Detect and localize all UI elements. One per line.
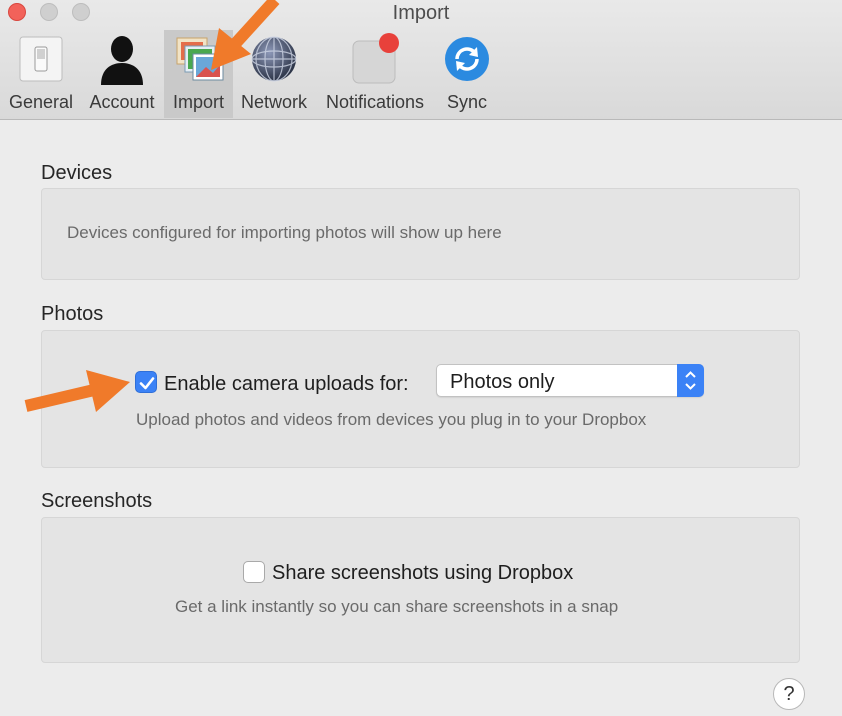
tab-sync-label: Sync xyxy=(446,92,488,112)
sync-icon xyxy=(439,30,495,88)
share-screenshots-checkbox[interactable] xyxy=(243,561,265,583)
devices-panel: Devices configured for importing photos … xyxy=(41,188,800,280)
tab-general[interactable]: General xyxy=(4,30,78,118)
photos-section-title: Photos xyxy=(41,303,104,325)
photos-panel xyxy=(41,330,800,468)
camera-uploads-label[interactable]: Enable camera uploads for: xyxy=(164,373,409,396)
camera-uploads-select-value: Photos only xyxy=(450,371,555,393)
tab-network-label: Network xyxy=(240,92,307,112)
annotation-arrow-icon xyxy=(24,370,130,412)
checkmark-icon xyxy=(139,377,155,390)
screenshots-panel xyxy=(41,517,800,663)
select-stepper-icon xyxy=(677,364,704,397)
help-button[interactable]: ? xyxy=(773,678,805,710)
devices-empty-text: Devices configured for importing photos … xyxy=(67,223,502,242)
devices-section-title: Devices xyxy=(41,162,113,184)
tab-notifications-label: Notifications xyxy=(325,92,425,112)
tab-notifications[interactable]: Notifications xyxy=(318,30,432,118)
tab-general-label: General xyxy=(8,92,74,112)
notification-badge-icon xyxy=(347,30,403,88)
window-toolbar: Import General Account Import Network No… xyxy=(0,0,842,120)
camera-uploads-select[interactable]: Photos only xyxy=(436,364,704,397)
camera-uploads-description: Upload photos and videos from devices yo… xyxy=(136,410,647,429)
switch-icon xyxy=(13,30,69,88)
screenshots-section-title: Screenshots xyxy=(41,490,153,512)
tab-sync[interactable]: Sync xyxy=(438,30,496,118)
tab-account-label: Account xyxy=(89,92,155,112)
window-title: Import xyxy=(392,2,450,24)
camera-uploads-checkbox[interactable] xyxy=(135,371,157,393)
share-screenshots-label[interactable]: Share screenshots using Dropbox xyxy=(272,562,573,585)
tab-account[interactable]: Account xyxy=(84,30,160,118)
tab-import-label: Import xyxy=(172,92,224,112)
annotation-arrow-icon xyxy=(211,0,280,70)
share-screenshots-description: Get a link instantly so you can share sc… xyxy=(175,597,619,616)
person-silhouette-icon xyxy=(94,30,150,88)
